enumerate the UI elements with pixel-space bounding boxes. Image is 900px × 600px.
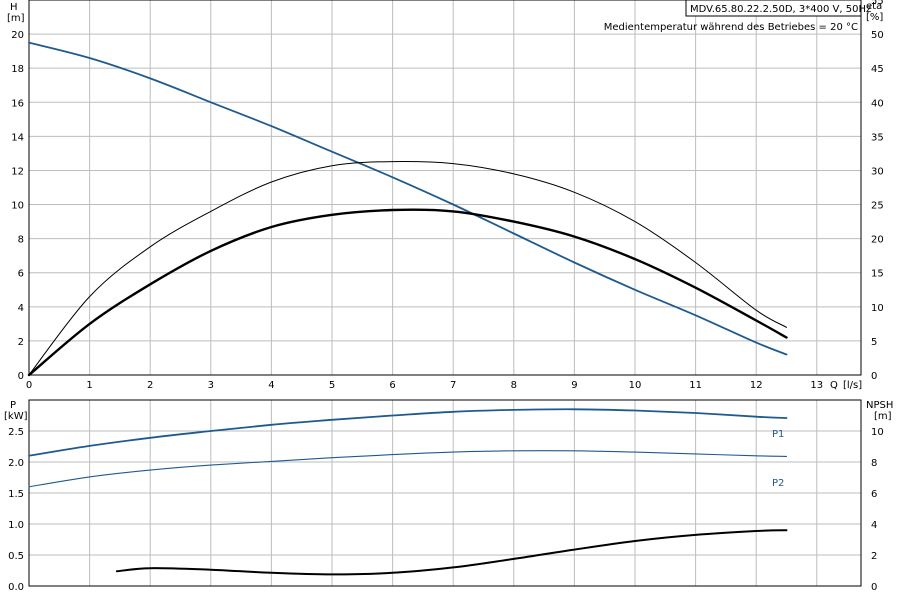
- p-axis-label-unit: [kW]: [4, 411, 28, 422]
- y-left-tick-label: 1.0: [8, 520, 24, 531]
- y-right-tick-label: 8: [871, 458, 877, 469]
- bottom-grid: [29, 400, 861, 586]
- npsh-axis-label-unit: [m]: [874, 411, 892, 422]
- y-left-label-name: H: [10, 2, 18, 13]
- y-left-tick-label: 2: [18, 337, 24, 348]
- info-model: MDV.65.80.22.2.50D, 3*400 V, 50Hz: [690, 4, 871, 15]
- p1-series-label: P1: [772, 429, 784, 440]
- y-left-tick-label: 20: [11, 30, 24, 41]
- x-tick-label: 11: [689, 380, 702, 391]
- top-panel: 0246810121416182005101520253035404550550…: [7, 0, 884, 391]
- y-right-tick-label: 4: [871, 520, 877, 531]
- y-left-tick-label: 0.0: [8, 582, 24, 593]
- x-tick-label: 13: [810, 380, 823, 391]
- y-left-tick-label: 0: [18, 371, 24, 382]
- x-tick-label: 3: [208, 380, 214, 391]
- y-left-tick-label: 10: [11, 201, 24, 212]
- y-right-tick-label: 25: [871, 201, 884, 212]
- y-left-tick-label: 14: [11, 132, 24, 143]
- y-left-tick-label: 6: [18, 269, 24, 280]
- top-plot-frame: [28, 0, 862, 376]
- npsh-axis-label-name: NPSH: [866, 400, 893, 411]
- y-right-tick-label: 6: [871, 489, 877, 500]
- y-left-tick-label: 16: [11, 98, 24, 109]
- x-tick-label: 5: [329, 380, 335, 391]
- y-left-tick-label: 18: [11, 64, 24, 75]
- y-right-tick-label: 50: [871, 30, 884, 41]
- x-tick-label: 12: [750, 380, 763, 391]
- x-tick-label: 9: [571, 380, 577, 391]
- series-line-eta-thick: [27, 208, 788, 377]
- top-grid: [29, 0, 861, 375]
- y-left-tick-label: 1.5: [8, 489, 24, 500]
- y-right-tick-label: 35: [871, 132, 884, 143]
- series-line-p1: [28, 408, 788, 457]
- bottom-panel: 0.0 0.5 1.0 1.5 2.0 2.5 0 2 4 6 8 10 P [kW] NPSH [m…: [4, 399, 893, 593]
- y-right-tick-label: 0: [871, 371, 877, 382]
- x-tick-label: 7: [450, 380, 456, 391]
- pump-curve-chart: 0246810121416182005101520253035404550550…: [4, 0, 893, 593]
- p2-series-label: P2: [772, 478, 784, 489]
- x-label-unit: [l/s]: [843, 380, 862, 391]
- series-line-npsh: [115, 529, 788, 576]
- y-left-tick-label: 2.0: [8, 458, 24, 469]
- x-tick-label: 6: [389, 380, 395, 391]
- x-tick-label: 8: [511, 380, 517, 391]
- y-left-tick-label: 0.5: [8, 551, 24, 562]
- y-right-tick-label: 2: [871, 551, 877, 562]
- y-right-tick-label: 30: [871, 166, 884, 177]
- info-temperature: Medientemperatur während des Betriebes =…: [604, 22, 858, 33]
- series-line-eta-thin: [28, 161, 787, 376]
- y-right-tick-label: 45: [871, 64, 884, 75]
- x-tick-label: 1: [86, 380, 92, 391]
- series-line-p2: [28, 450, 788, 488]
- bottom-series: [28, 408, 788, 576]
- y-left-tick-label: 4: [18, 303, 24, 314]
- x-label-name: Q: [830, 380, 838, 391]
- y-left-label-unit: [m]: [7, 13, 25, 24]
- y-left-tick-label: 2.5: [8, 427, 24, 438]
- y-right-tick-label: 5: [871, 337, 877, 348]
- x-tick-label: 4: [268, 380, 274, 391]
- y-right-tick-label: 40: [871, 98, 884, 109]
- top-ticks: 0246810121416182005101520253035404550550…: [11, 0, 883, 391]
- y-left-tick-label: 8: [18, 235, 24, 246]
- y-right-tick-label: 15: [871, 269, 884, 280]
- x-tick-label: 2: [147, 380, 153, 391]
- y-right-tick-label: 10: [871, 427, 884, 438]
- p-axis-label-name: P: [10, 400, 16, 411]
- x-tick-label: 0: [26, 380, 32, 391]
- y-right-tick-label: 0: [871, 582, 877, 593]
- y-left-tick-label: 12: [11, 166, 24, 177]
- y-right-tick-label: 10: [871, 303, 884, 314]
- series-line-h: [28, 41, 788, 356]
- x-tick-label: 10: [629, 380, 642, 391]
- top-series: [27, 41, 788, 377]
- y-right-tick-label: 20: [871, 235, 884, 246]
